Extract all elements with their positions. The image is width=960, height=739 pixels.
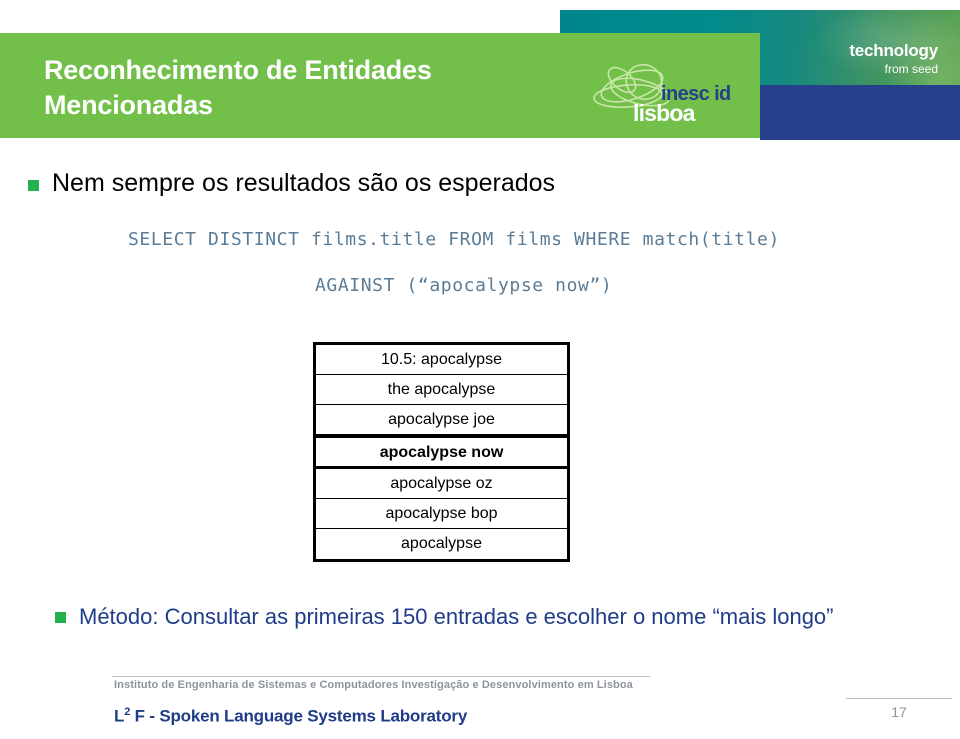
result-row: the apocalypse [316, 375, 567, 405]
bullet-square-icon [28, 180, 39, 191]
bullet-method-label: Método: Consultar as primeiras 150 entra… [79, 604, 834, 629]
result-row: apocalypse joe [316, 405, 567, 435]
sql-query-line-2: AGAINST (“apocalypse now”) [315, 275, 613, 296]
inesc-id-logo: inesc id lisboa [588, 56, 748, 140]
footer-divider [112, 676, 650, 677]
bullet-item-primary: Nem sempre os resultados são os esperado… [28, 168, 928, 199]
bullet-square-icon [55, 612, 66, 623]
query-results-table: 10.5: apocalypse the apocalypse apocalypse… [313, 342, 570, 562]
tagline-line-1: technology [849, 41, 938, 60]
result-row: apocalypse now [316, 435, 567, 469]
result-row: apocalypse oz [316, 469, 567, 499]
result-row: apocalypse bop [316, 499, 567, 529]
tagline-line-2: from seed [884, 61, 938, 76]
logo-text-lisboa: lisboa [633, 100, 695, 126]
result-row: apocalypse [316, 529, 567, 559]
result-row: 10.5: apocalypse [316, 345, 567, 375]
footer-lab-rest: F - Spoken Language Systems Laboratory [130, 706, 468, 726]
bullet-primary-label: Nem sempre os resultados são os esperado… [52, 169, 556, 197]
footer-lab-prefix: L [114, 706, 125, 726]
technology-tagline: technology from seed [770, 42, 950, 78]
slide-header: Reconhecimento de Entidades Mencionadas … [0, 0, 960, 142]
bullet-item-method: Método: Consultar as primeiras 150 entra… [55, 602, 925, 632]
footer-lab-name: L2 F - Spoken Language Systems Laborator… [114, 706, 467, 727]
page-number: 17 [891, 704, 907, 720]
page-title: Reconhecimento de Entidades Mencionadas [44, 55, 432, 121]
page-number-divider [846, 698, 952, 699]
sql-query-line-1: SELECT DISTINCT films.title FROM films W… [128, 229, 780, 250]
footer-institute-name: Instituto de Engenharia de Sistemas e Co… [114, 679, 633, 691]
